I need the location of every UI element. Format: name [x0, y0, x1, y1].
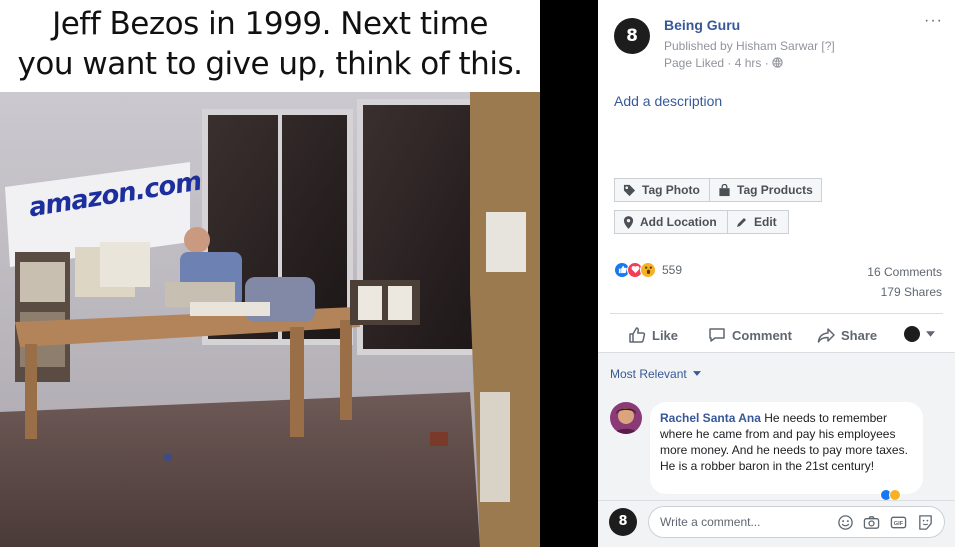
- published-by-text: Published by Hisham Sarwar [?]: [664, 39, 835, 53]
- sticker-icon[interactable]: [917, 514, 934, 531]
- comment-sort-dropdown[interactable]: Most Relevant: [610, 367, 702, 381]
- add-location-label: Add Location: [640, 215, 717, 229]
- share-icon: [817, 328, 835, 343]
- reactions-summary[interactable]: 559: [614, 262, 682, 278]
- reaction-count: 559: [662, 263, 683, 277]
- gif-icon[interactable]: GIF: [890, 514, 907, 531]
- chevron-down-icon: [693, 371, 702, 376]
- comment-button[interactable]: Comment: [708, 326, 792, 344]
- page-avatar[interactable]: 8: [614, 18, 650, 54]
- photo-viewer-backdrop: [540, 0, 598, 547]
- edit-label: Edit: [754, 215, 777, 229]
- tag-photo-label: Tag Photo: [642, 183, 700, 197]
- add-location-button[interactable]: Add Location: [614, 210, 728, 234]
- globe-icon: [772, 57, 783, 68]
- divider: [598, 500, 955, 501]
- like-button[interactable]: Like: [628, 326, 678, 344]
- office-scene-image: [0, 92, 540, 547]
- shares-count-link[interactable]: 179 Shares: [881, 285, 942, 299]
- comment-composer[interactable]: GIF: [648, 506, 945, 538]
- comment-label: Comment: [732, 327, 792, 343]
- svg-text:GIF: GIF: [894, 521, 904, 527]
- comment-input[interactable]: [660, 513, 830, 531]
- actor-avatar-icon: [904, 326, 920, 342]
- shopping-bag-icon: [719, 183, 730, 196]
- commenter-name-link[interactable]: Rachel Santa Ana: [660, 411, 761, 425]
- comment-bubble: Rachel Santa Ana He needs to remember wh…: [650, 402, 923, 494]
- edit-button[interactable]: Edit: [727, 210, 789, 234]
- page-liked-timestamp: Page Liked · 4 hrs ·: [664, 56, 783, 70]
- current-user-avatar: 8: [609, 508, 637, 536]
- more-options-button[interactable]: ···: [924, 12, 943, 30]
- page-liked-text: Page Liked · 4 hrs ·: [664, 56, 773, 70]
- tag-products-label: Tag Products: [737, 183, 813, 197]
- comment-icon: [709, 328, 725, 342]
- location-pin-icon: [623, 215, 634, 229]
- caption-line-2: you want to give up, think of this.: [17, 46, 523, 82]
- share-label: Share: [841, 327, 878, 343]
- camera-icon[interactable]: [863, 514, 880, 531]
- divider: [610, 313, 943, 314]
- photo-caption: Jeff Bezos in 1999. Next time you want t…: [0, 0, 540, 92]
- actor-selector-button[interactable]: [904, 326, 935, 342]
- page-name-link[interactable]: Being Guru: [664, 17, 740, 33]
- like-label: Like: [652, 327, 679, 343]
- post-photo[interactable]: Jeff Bezos in 1999. Next time you want t…: [0, 0, 540, 547]
- caption-line-1: Jeff Bezos in 1999. Next time: [52, 6, 488, 42]
- pencil-icon: [737, 218, 746, 227]
- wow-icon: [640, 262, 656, 278]
- tag-icon: [623, 184, 636, 196]
- add-description-link[interactable]: Add a description: [614, 93, 722, 109]
- emoji-icon[interactable]: [837, 514, 854, 531]
- facebook-photo-viewer: Jeff Bezos in 1999. Next time you want t…: [0, 0, 955, 547]
- chevron-down-icon: [926, 331, 935, 337]
- sort-label: Most Relevant: [610, 367, 687, 381]
- share-button[interactable]: Share: [817, 326, 877, 344]
- thumbs-up-icon: [629, 327, 646, 343]
- commenter-avatar[interactable]: [610, 402, 642, 434]
- post-side-panel: 8 Being Guru Published by Hisham Sarwar …: [598, 0, 955, 547]
- comments-count-link[interactable]: 16 Comments: [867, 265, 942, 279]
- tag-photo-button[interactable]: Tag Photo: [614, 178, 710, 202]
- tag-products-button[interactable]: Tag Products: [709, 178, 822, 202]
